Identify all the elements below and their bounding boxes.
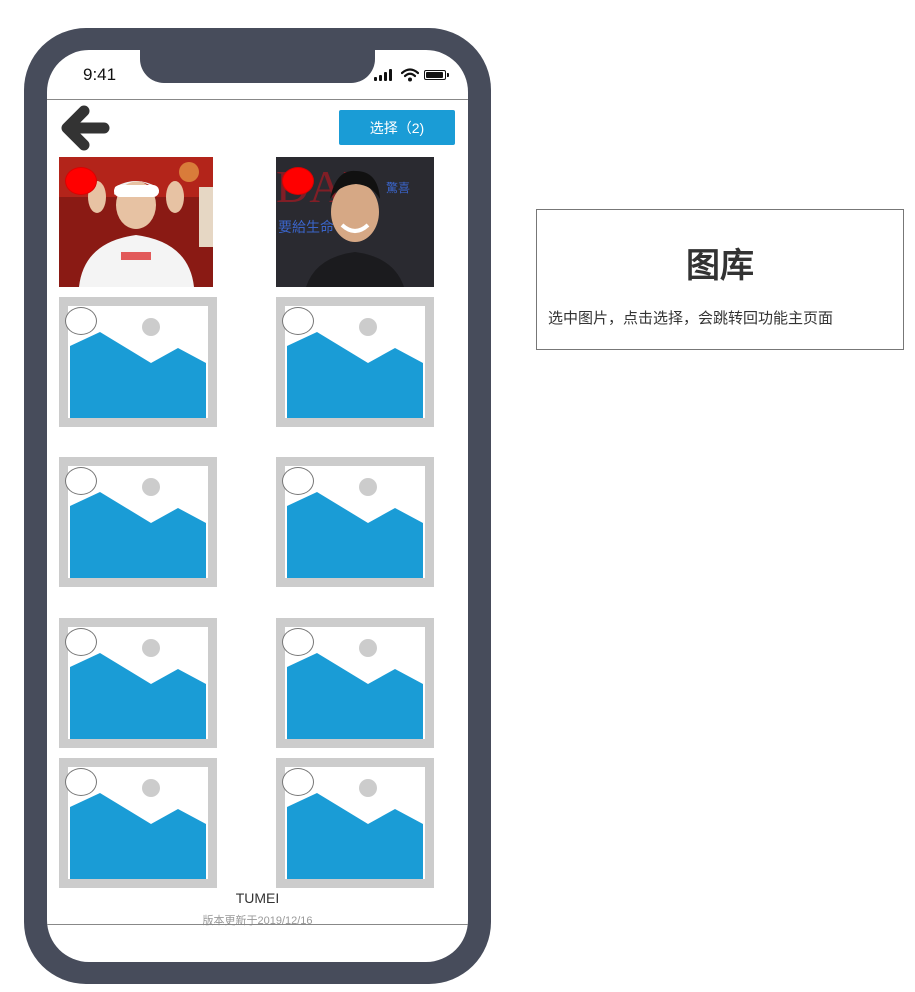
select-radio[interactable] [282, 768, 314, 796]
annotation-description: 选中图片，点击选择，会跳转回功能主页面 [548, 310, 834, 327]
gallery-placeholder-image[interactable] [276, 618, 434, 748]
footer-brand: TUMEI [235, 890, 280, 906]
select-radio-checked[interactable] [65, 167, 97, 195]
gallery-placeholder-image[interactable] [276, 297, 434, 427]
gallery-placeholder-image[interactable] [59, 297, 217, 427]
phone-frame: 9:41 选择（2) DAR 要給生命 驚喜 TUMEI 版本更新于2019/1… [24, 28, 491, 984]
select-radio[interactable] [65, 628, 97, 656]
gallery-placeholder-image[interactable] [276, 758, 434, 888]
status-icons [374, 68, 454, 82]
status-time: 9:41 [83, 65, 117, 84]
phone-screen: 9:41 选择（2) DAR 要給生命 驚喜 TUMEI 版本更新于2019/1… [47, 50, 468, 962]
header-divider [47, 99, 468, 100]
battery-icon [424, 70, 449, 80]
annotation-title: 图库 [686, 247, 754, 285]
select-radio[interactable] [282, 467, 314, 495]
gallery-placeholder-image[interactable] [59, 758, 217, 888]
back-arrow-icon[interactable] [59, 103, 111, 155]
footer-divider [47, 924, 468, 925]
select-radio[interactable] [65, 467, 97, 495]
svg-text:要給生命: 要給生命 [278, 219, 334, 236]
gallery-photo-2[interactable]: DAR 要給生命 驚喜 [276, 157, 434, 287]
select-radio[interactable] [65, 307, 97, 335]
select-radio[interactable] [282, 628, 314, 656]
wifi-icon [401, 68, 419, 82]
gallery-placeholder-image[interactable] [59, 457, 217, 587]
svg-text:驚喜: 驚喜 [386, 180, 410, 195]
footer-version: 版本更新于2019/12/16 [202, 915, 313, 927]
signal-icon [374, 69, 396, 81]
gallery-placeholder-image[interactable] [276, 457, 434, 587]
gallery-photo-1[interactable] [59, 157, 213, 287]
select-radio[interactable] [282, 307, 314, 335]
select-radio[interactable] [65, 768, 97, 796]
gallery-placeholder-image[interactable] [59, 618, 217, 748]
select-radio-checked[interactable] [282, 167, 314, 195]
notch [140, 50, 375, 83]
annotation-panel: 图库 选中图片，点击选择，会跳转回功能主页面 [536, 209, 904, 350]
select-button[interactable]: 选择（2) [339, 110, 455, 145]
